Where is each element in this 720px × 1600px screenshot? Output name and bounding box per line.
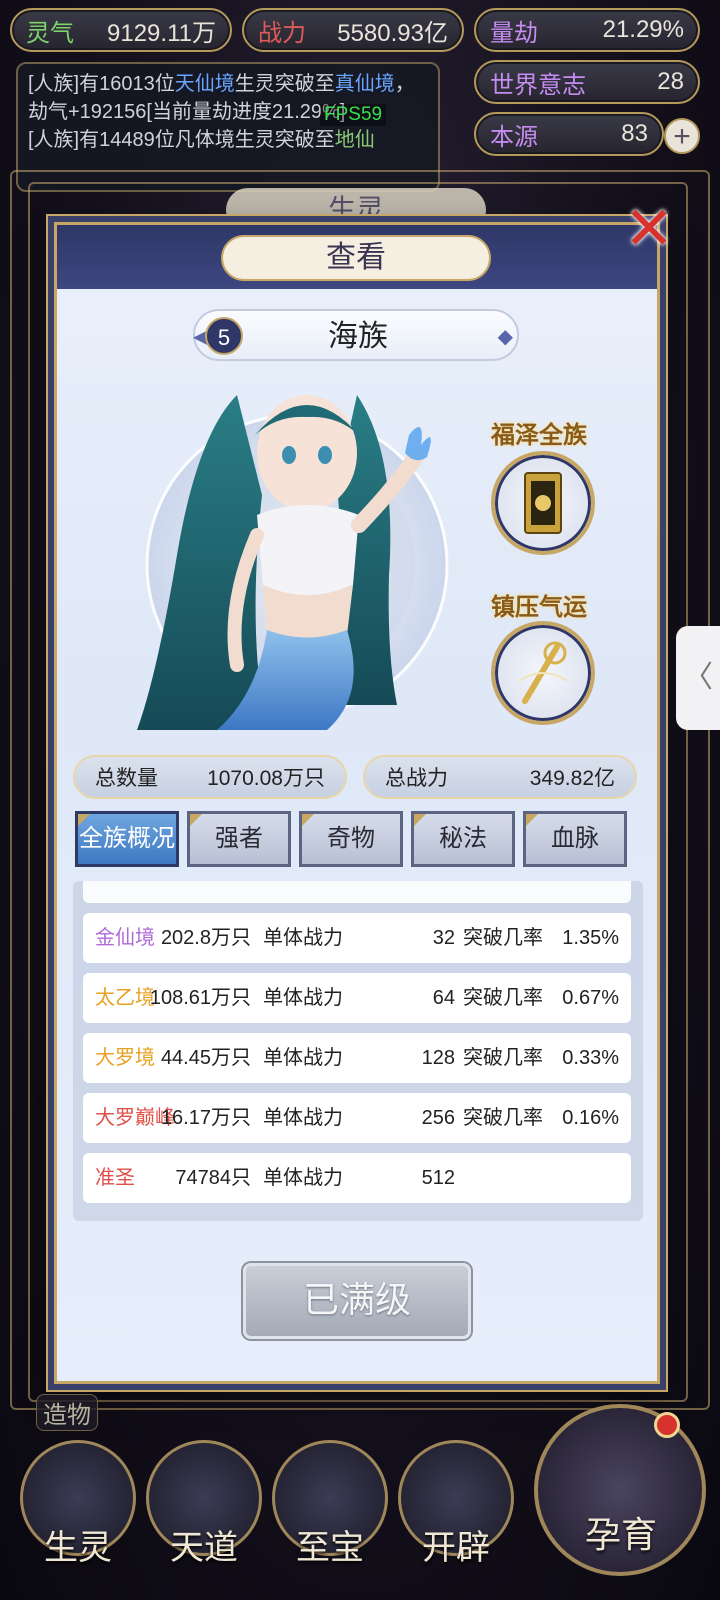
craft-button[interactable]: 造物	[36, 1394, 98, 1431]
total-count-stat: 总数量 1070.08万只	[73, 755, 347, 799]
tab-champions[interactable]: 强者	[187, 811, 291, 867]
log-highlight: 天仙境	[174, 73, 235, 95]
log-text: [人族]有14489位凡体境生灵突破至	[28, 129, 335, 151]
nav-heaven[interactable]: 天道	[148, 1522, 260, 1574]
stage-power-label: 单体战力	[263, 1107, 343, 1129]
total-power-stat: 总战力 349.82亿	[363, 755, 637, 799]
stage-count: 108.61万只	[149, 987, 251, 1009]
tab-treasures[interactable]: 奇物	[299, 811, 403, 867]
list-item: 大罗巅峰 16.17万只 单体战力 256 突破几率 0.16%	[83, 1093, 631, 1143]
total-count-value: 1070.08万只	[207, 767, 325, 790]
total-count-label: 总数量	[95, 767, 158, 790]
stage-power: 256	[421, 1107, 455, 1129]
world-will-value: 28	[657, 68, 684, 95]
origin-plus-button[interactable]: +	[664, 118, 700, 154]
lingqi-label: 灵气	[26, 18, 74, 47]
stage-count: 202.8万只	[160, 927, 251, 949]
trait-1-label: 福泽全族	[491, 420, 587, 449]
stage-name: 太乙境	[95, 987, 155, 1009]
log-line-2: [人族]有14489位凡体境生灵突破至地仙	[28, 126, 428, 154]
stage-name: 大罗境	[95, 1047, 155, 1069]
lingqi-value: 9129.11万	[107, 19, 216, 47]
total-power-value: 349.82亿	[529, 767, 615, 790]
tab-overview[interactable]: 全族概况	[75, 811, 179, 867]
stage-rate: 1.35%	[562, 927, 619, 949]
origin-value: 83	[621, 120, 648, 147]
race-level-badge: 5	[205, 317, 243, 355]
card-icon	[524, 472, 562, 534]
liangjie-value: 21.29%	[602, 16, 684, 43]
nav-genesis[interactable]: 开辟	[400, 1522, 512, 1574]
log-text: [人族]有16013位	[28, 73, 175, 95]
race-name: 海族	[328, 320, 388, 353]
breed-label: 孕育	[584, 1515, 657, 1556]
world-will-label: 世界意志	[490, 70, 586, 99]
log-text: 生灵突破至	[234, 73, 335, 95]
zhanli-display: 战力 5580.93亿	[242, 8, 464, 52]
stage-name: 准圣	[95, 1167, 135, 1189]
tab-arts[interactable]: 秘法	[411, 811, 515, 867]
stage-power: 32	[432, 927, 455, 949]
stage-rate-label: 突破几率	[463, 927, 543, 949]
list-item: 金仙境 202.8万只 单体战力 32 突破几率 1.35%	[83, 913, 631, 963]
stage-power: 512	[421, 1167, 455, 1189]
tab-bloodline[interactable]: 血脉	[523, 811, 627, 867]
stage-count: 74784只	[175, 1167, 251, 1189]
stage-count: 44.45万只	[160, 1047, 251, 1069]
stage-power: 64	[432, 987, 455, 1009]
side-drawer-tab[interactable]: 〈	[676, 626, 720, 730]
stage-rate: 0.33%	[562, 1047, 619, 1069]
liangjie-display[interactable]: 量劫 21.29%	[474, 8, 700, 52]
list-item: 准圣 74784只 单体战力 512	[83, 1153, 631, 1203]
stage-count: 16.17万只	[160, 1107, 251, 1129]
race-selector[interactable]: ◀ 5 海族 ◆	[193, 309, 519, 361]
stage-power-label: 单体战力	[263, 1167, 343, 1189]
stage-rate: 0.16%	[562, 1107, 619, 1129]
stage-rate-label: 突破几率	[463, 987, 543, 1009]
list-item: 太乙境 108.61万只 单体战力 64 突破几率 0.67%	[83, 973, 631, 1023]
fps-counter: FPS59	[320, 104, 387, 126]
stage-power-label: 单体战力	[263, 987, 343, 1009]
stage-name: 金仙境	[95, 927, 155, 949]
origin-display[interactable]: 本源 83	[474, 112, 664, 156]
max-level-button[interactable]: 已满级	[243, 1263, 471, 1339]
trait-2-label: 镇压气运	[491, 592, 587, 621]
nav-creatures[interactable]: 生灵	[22, 1522, 134, 1574]
zhanli-value: 5580.93亿	[337, 19, 448, 47]
liangjie-label: 量劫	[490, 18, 538, 47]
stage-list[interactable]: 金仙境 202.8万只 单体战力 32 突破几率 1.35% 太乙境 108.6…	[73, 881, 643, 1221]
trait-2-seal-icon[interactable]	[491, 621, 595, 725]
stage-rate-label: 突破几率	[463, 1047, 543, 1069]
log-highlight: 地仙	[334, 129, 375, 151]
race-detail-dialog: 查看 ✕ ◀ 5 海族 ◆ 福泽全族 镇压气运 总数量 1070.08万只 总战…	[54, 199, 674, 1384]
seal-icon	[518, 641, 568, 704]
stage-power: 128	[421, 1047, 455, 1069]
origin-label: 本源	[490, 122, 538, 151]
stage-power-label: 单体战力	[263, 1047, 343, 1069]
zhanli-label: 战力	[258, 18, 306, 47]
log-highlight: 真仙境	[334, 73, 395, 95]
stage-power-label: 单体战力	[263, 927, 343, 949]
dialog-title: 查看	[221, 235, 491, 281]
list-item	[83, 881, 631, 903]
list-item: 大罗境 44.45万只 单体战力 128 突破几率 0.33%	[83, 1033, 631, 1083]
next-race-arrow-icon[interactable]: ◆	[498, 324, 513, 349]
world-will-display[interactable]: 世界意志 28	[474, 60, 700, 104]
notification-dot	[654, 1412, 680, 1438]
total-power-label: 总战力	[385, 767, 448, 790]
nav-treasure[interactable]: 至宝	[274, 1522, 386, 1574]
close-icon[interactable]: ✕	[617, 199, 681, 263]
stage-rate-label: 突破几率	[463, 1107, 543, 1129]
stage-rate: 0.67%	[562, 987, 619, 1009]
trait-1-card-icon[interactable]	[491, 451, 595, 555]
lingqi-display: 灵气 9129.11万	[10, 8, 232, 52]
race-portrait-image	[137, 395, 449, 730]
